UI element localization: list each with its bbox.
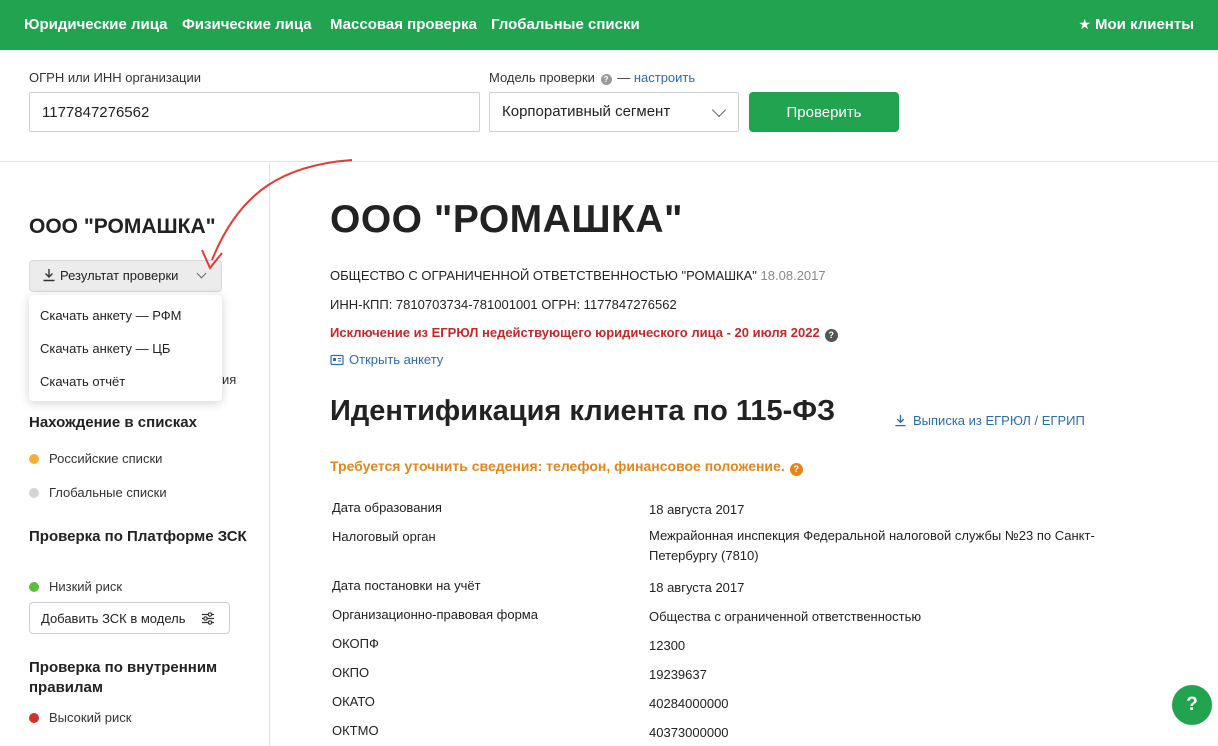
row-key: ОКОПФ	[332, 636, 379, 651]
full-name: ОБЩЕСТВО С ОГРАНИЧЕННОЙ ОТВЕТСТВЕННОСТЬЮ…	[330, 268, 757, 283]
row-value: 12300	[649, 638, 686, 653]
list-item-label: Глобальные списки	[49, 485, 167, 500]
menu-item-download-rfm[interactable]: Скачать анкету — РФМ	[40, 308, 181, 323]
status-dot-icon	[29, 454, 39, 464]
page-title: ООО "РОМАШКА"	[330, 198, 683, 241]
full-name-line: ОБЩЕСТВО С ОГРАНИЧЕННОЙ ОТВЕТСТВЕННОСТЬЮ…	[330, 268, 826, 283]
check-button[interactable]: Проверить	[749, 92, 899, 132]
star-icon: ★	[1078, 16, 1091, 32]
list-item: Российские списки	[29, 451, 162, 466]
registration-date: 18.08.2017	[760, 268, 826, 283]
model-select-value: Корпоративный сегмент	[502, 103, 671, 120]
model-dash: —	[617, 70, 631, 85]
help-icon[interactable]: ?	[789, 463, 803, 476]
result-dropdown-button[interactable]: Результат проверки	[29, 260, 222, 292]
download-icon	[43, 269, 55, 282]
add-zsk-label: Добавить ЗСК в модель	[41, 610, 186, 626]
my-clients-label: Мои клиенты	[1094, 16, 1194, 33]
ogrn-label: ОГРН или ИНН организации	[29, 70, 202, 85]
chevron-down-icon	[196, 268, 207, 279]
search-panel: ОГРН или ИНН организации Модель проверки…	[0, 50, 1218, 162]
ogrn-input[interactable]	[29, 92, 480, 132]
row-key: ОКПО	[332, 665, 370, 680]
result-button-label: Результат проверки	[60, 268, 179, 283]
list-item: Глобальные списки	[29, 485, 167, 500]
exclusion-warning: Исключение из ЕГРЮЛ недействующего юриди…	[330, 325, 838, 342]
row-key: Дата образования	[332, 500, 442, 515]
clarification-text: Требуется уточнить сведения: телефон, фи…	[330, 458, 785, 474]
open-form-link[interactable]: Открыть анкету	[330, 352, 443, 367]
main-content: ООО "РОМАШКА" ОБЩЕСТВО С ОГРАНИЧЕННОЙ ОТ…	[271, 163, 1218, 746]
open-form-label: Открыть анкету	[349, 352, 444, 367]
top-nav: Юридические лица Физические лица Массова…	[0, 0, 1218, 50]
menu-item-download-cb[interactable]: Скачать анкету — ЦБ	[40, 341, 170, 356]
configure-link[interactable]: настроить	[634, 70, 695, 85]
row-key: Дата постановки на учёт	[332, 578, 481, 593]
row-key: Налоговый орган	[332, 529, 436, 544]
list-item-label: Российские списки	[49, 451, 163, 466]
nav-individuals[interactable]: Физические лица	[182, 16, 312, 33]
sidebar-company-title: ООО "РОМАШКА"	[29, 215, 216, 238]
add-zsk-button[interactable]: Добавить ЗСК в модель	[29, 602, 230, 634]
platform-status-label: Низкий риск	[49, 579, 123, 594]
status-dot-icon	[29, 488, 39, 498]
row-value: 18 августа 2017	[649, 580, 745, 595]
nav-legal-entities[interactable]: Юридические лица	[24, 16, 168, 33]
row-value: 19239637	[649, 667, 707, 682]
sliders-icon	[202, 612, 214, 625]
help-icon[interactable]: ?	[600, 74, 612, 85]
inn-line: ИНН-КПП: 7810703734-781001001 ОГРН: 1177…	[330, 297, 677, 312]
my-clients-link[interactable]: ★ Мои клиенты	[1078, 16, 1194, 33]
internal-status-label: Высокий риск	[49, 710, 132, 725]
internal-section-title: Проверка по внутренним правилам	[29, 659, 218, 696]
menu-item-download-report[interactable]: Скачать отчёт	[40, 374, 125, 389]
platform-section-title: Проверка по Платформе ЗСК	[29, 528, 247, 545]
row-value: 18 августа 2017	[649, 502, 745, 517]
nav-mass-check[interactable]: Массовая проверка	[330, 16, 477, 33]
result-dropdown-menu: Скачать анкету — РФМ Скачать анкету — ЦБ…	[29, 295, 222, 401]
internal-status: Высокий риск	[29, 710, 131, 725]
chevron-down-icon	[711, 102, 727, 118]
model-label-text: Модель проверки	[489, 70, 595, 85]
download-icon	[895, 414, 906, 427]
obscured-text: ия	[222, 372, 237, 387]
egrul-link-label: Выписка из ЕГРЮЛ / ЕГРИП	[913, 413, 1085, 428]
exclusion-text: Исключение из ЕГРЮЛ недействующего юриди…	[330, 325, 820, 340]
nav-global-lists[interactable]: Глобальные списки	[491, 16, 640, 33]
row-value: 40284000000	[649, 696, 729, 711]
row-key: ОКТМО	[332, 723, 379, 738]
sidebar: ООО "РОМАШКА" Результат проверки Скачать…	[0, 163, 270, 746]
status-dot-icon	[29, 713, 39, 723]
status-dot-icon	[29, 582, 39, 592]
model-label: Модель проверки ? — настроить	[489, 70, 695, 85]
row-value: Межрайонная инспекция Федеральной налого…	[649, 528, 1095, 563]
row-key: ОКАТО	[332, 694, 375, 709]
help-button[interactable]: ?	[1172, 685, 1212, 725]
help-icon[interactable]: ?	[824, 329, 838, 342]
row-key: Организационно-правовая форма	[332, 607, 538, 622]
lists-section-title: Нахождение в списках	[29, 414, 197, 431]
row-value: 40373000000	[649, 725, 729, 740]
clarification-warning: Требуется уточнить сведения: телефон, фи…	[330, 458, 803, 476]
row-value: Общества с ограниченной ответственностью	[649, 609, 922, 624]
identification-section-title: Идентификация клиента по 115-ФЗ	[330, 395, 836, 427]
id-card-icon	[330, 354, 344, 366]
model-select[interactable]: Корпоративный сегмент	[489, 92, 739, 132]
egrul-extract-link[interactable]: Выписка из ЕГРЮЛ / ЕГРИП	[894, 413, 1085, 428]
platform-status: Низкий риск	[29, 579, 122, 594]
